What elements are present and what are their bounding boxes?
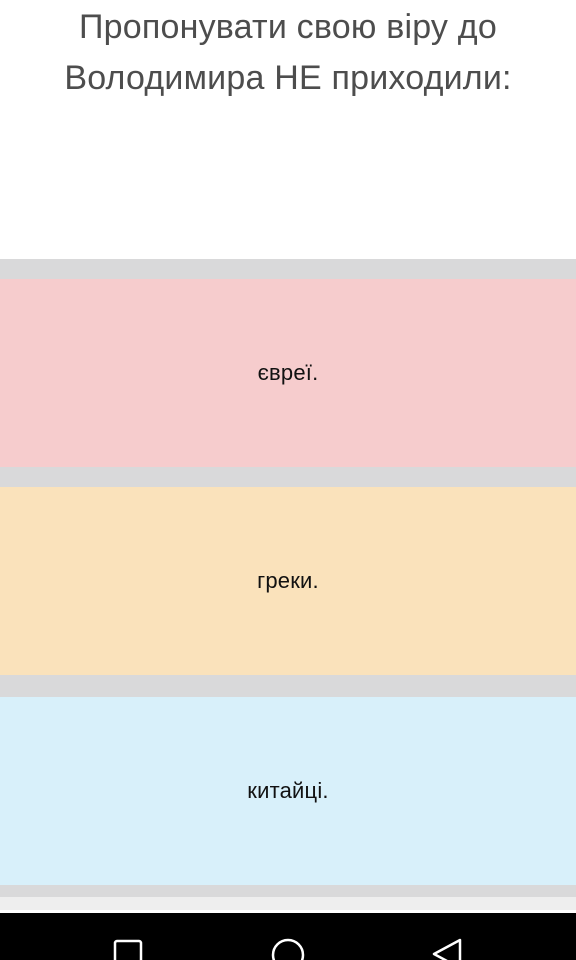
answer-option-1[interactable]: євреї.	[0, 279, 576, 467]
question-line-2: Володимира НЕ приходили:	[64, 59, 512, 97]
recent-apps-button[interactable]	[108, 935, 148, 960]
answer-option-2[interactable]: греки.	[0, 487, 576, 675]
answer-list-bottom-strip	[0, 897, 576, 910]
quiz-screen: Пропонувати свою віру до Володимира НЕ п…	[0, 0, 576, 960]
question-area: Пропонувати свою віру до Володимира НЕ п…	[0, 0, 576, 260]
question-line-1: Пропонувати свою віру до	[79, 8, 497, 46]
back-icon	[432, 938, 462, 960]
answer-option-2-label: греки.	[257, 568, 319, 593]
question-text: Пропонувати свою віру до Володимира НЕ п…	[40, 2, 536, 104]
home-icon	[271, 938, 305, 960]
answer-list: євреї. греки. китайці.	[0, 259, 576, 910]
answer-option-1-label: євреї.	[257, 360, 319, 385]
recent-apps-icon	[113, 939, 143, 960]
answer-option-3[interactable]: китайці.	[0, 697, 576, 885]
home-button[interactable]	[268, 935, 308, 960]
answer-option-3-label: китайці.	[247, 778, 329, 803]
system-navigation-bar	[0, 913, 576, 960]
back-button[interactable]	[428, 935, 468, 960]
